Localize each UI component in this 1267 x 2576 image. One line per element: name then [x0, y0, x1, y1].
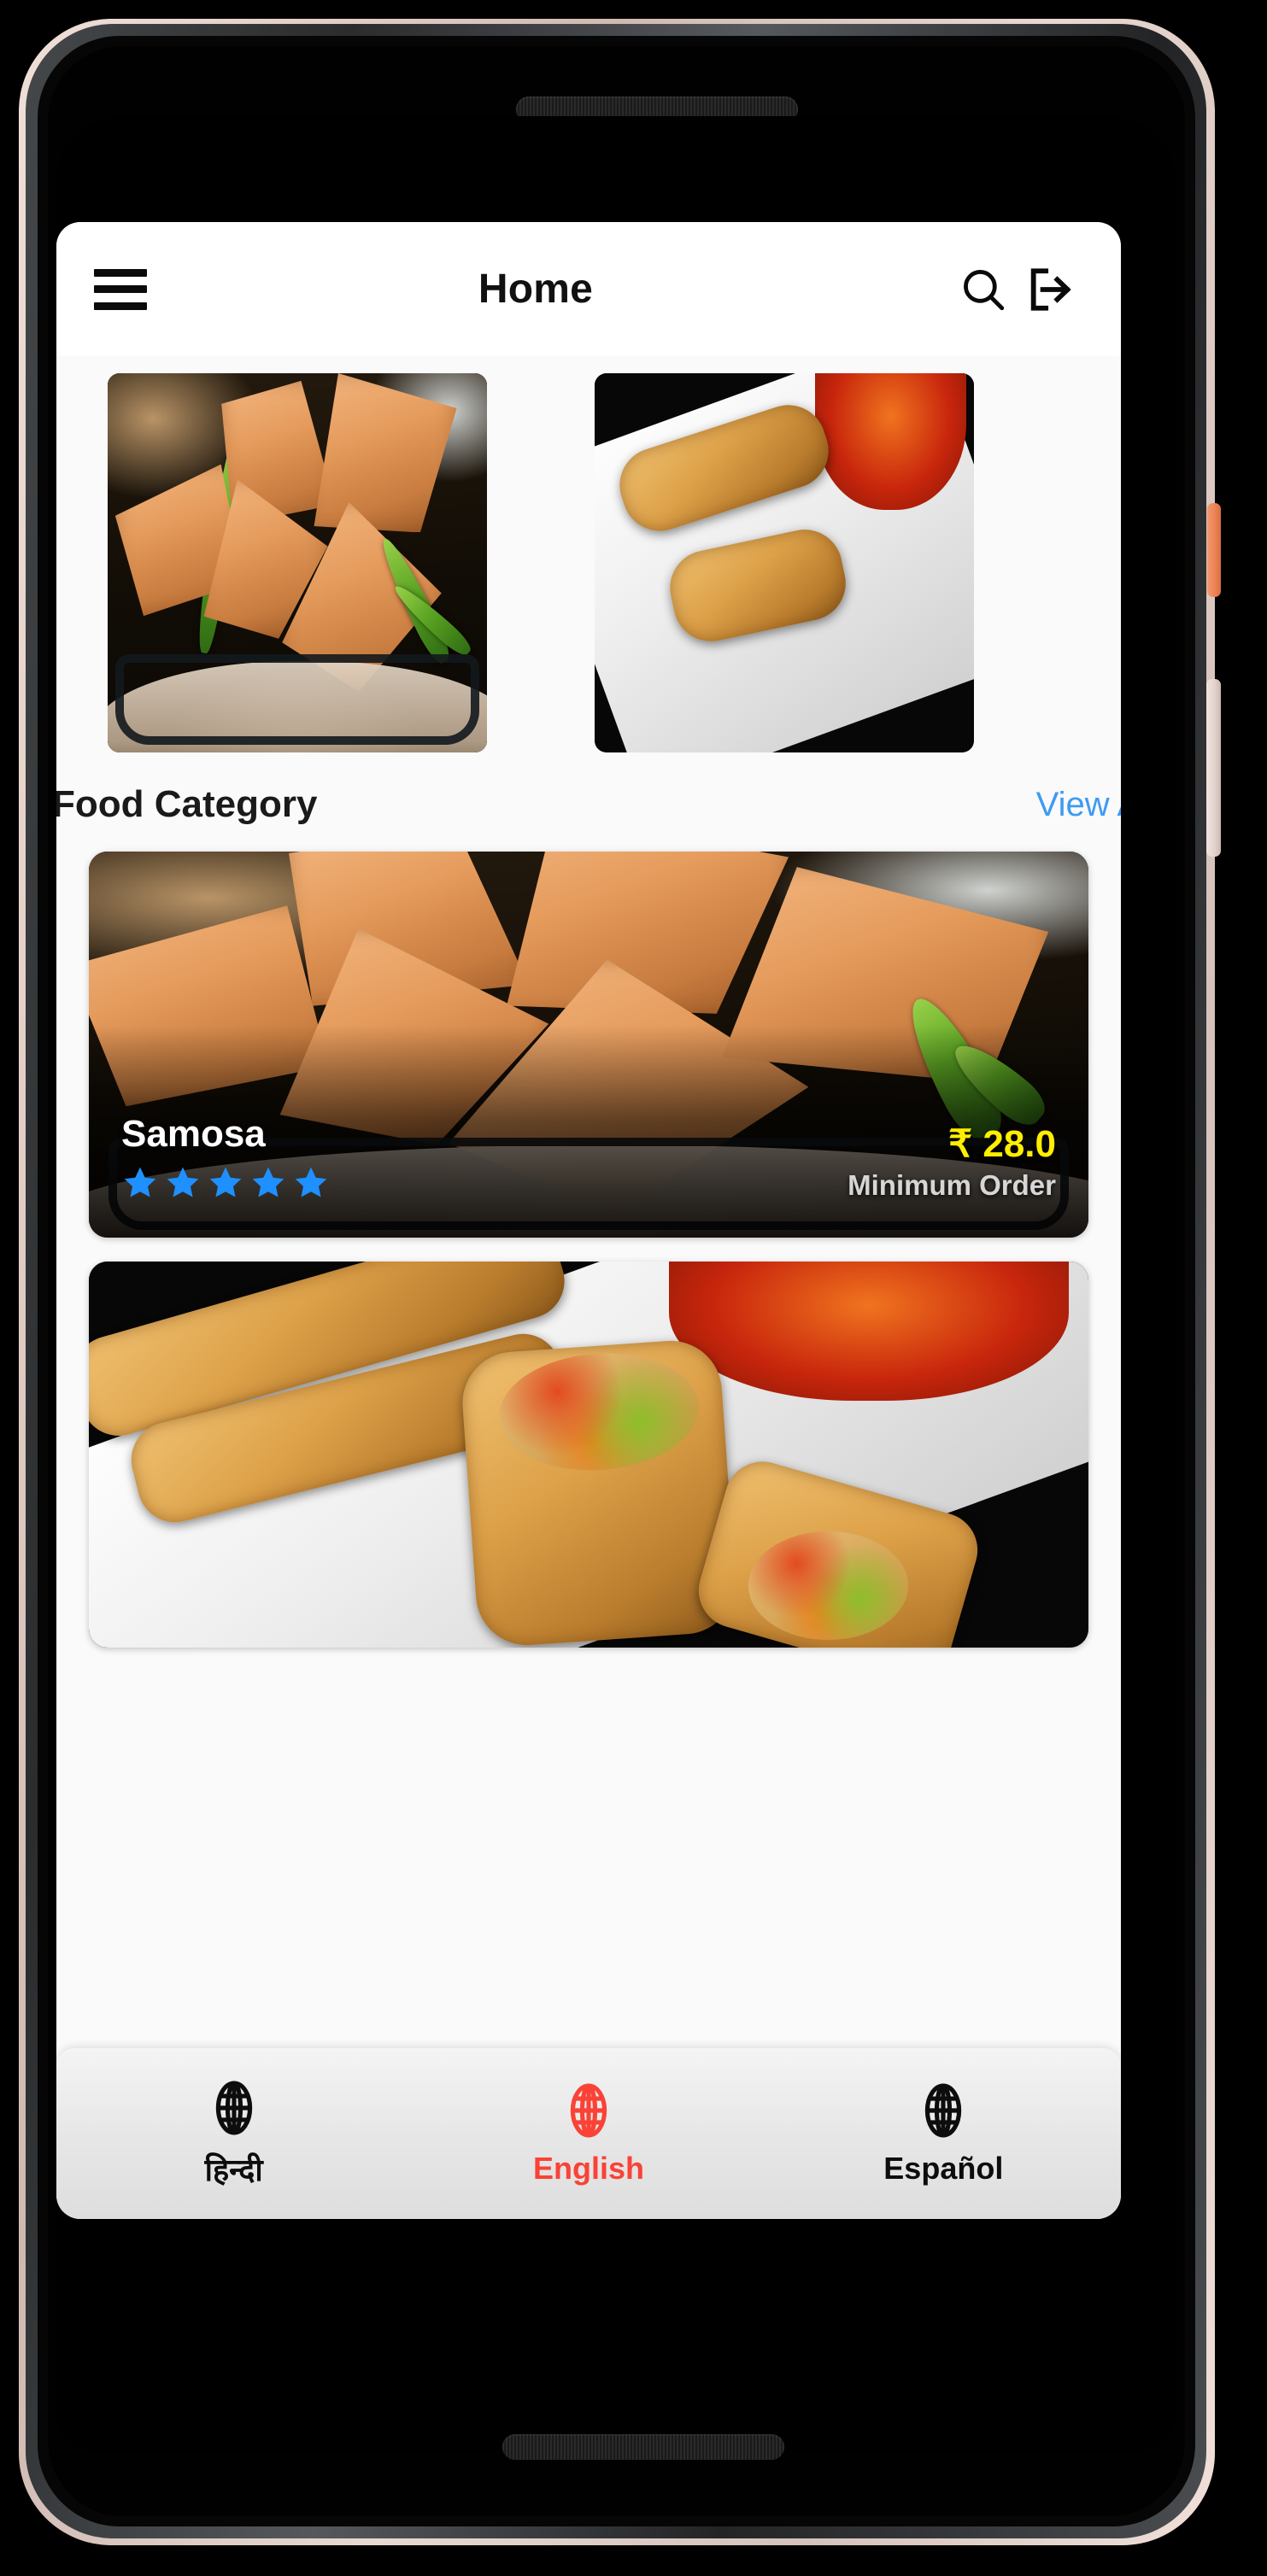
section-title: Food Category	[56, 783, 318, 825]
language-label: Español	[883, 2151, 1004, 2186]
globe-icon	[570, 2083, 607, 2138]
phone-screen: Home Food Category View Samosa ₹ 28.0 Mi…	[56, 116, 1176, 2451]
samosa-banner-image	[108, 373, 487, 752]
phone-frame: Home Food Category View Samosa ₹ 28.0 Mi…	[0, 0, 1267, 2576]
volume-button[interactable]	[1206, 679, 1221, 857]
view-all-link[interactable]: View All	[1036, 786, 1121, 824]
banner-slide[interactable]	[595, 373, 974, 752]
card-info-overlay: Samosa ₹ 28.0 Minimum Order	[89, 1113, 1088, 1238]
banner-carousel[interactable]	[56, 368, 1121, 758]
spring-roll-card-image	[89, 1262, 1088, 1648]
next-banner-image	[595, 373, 974, 752]
language-option-english[interactable]: English	[503, 2081, 674, 2187]
banner-slide[interactable]	[108, 373, 487, 752]
page-title: Home	[478, 266, 594, 312]
globe-icon	[215, 2080, 252, 2135]
language-label: हिन्दी	[204, 2152, 263, 2187]
food-price: ₹ 28.0	[948, 1123, 1056, 1165]
food-card[interactable]	[89, 1262, 1088, 1648]
language-option-hindi[interactable]: हिन्दी	[149, 2078, 320, 2190]
language-option-spanish[interactable]: Español	[858, 2081, 1029, 2187]
section-header: Food Category View All	[56, 758, 1121, 852]
logout-icon[interactable]	[1017, 265, 1083, 314]
power-button[interactable]	[1207, 503, 1221, 597]
app-surface: Home Food Category View Samosa ₹ 28.0 Mi…	[56, 222, 1121, 2219]
search-icon[interactable]	[950, 265, 1017, 314]
rating-stars	[121, 1164, 330, 1202]
food-category-list: Samosa ₹ 28.0 Minimum Order	[56, 852, 1121, 1648]
language-selector-bar: हिन्दी English Español	[56, 2048, 1121, 2219]
food-card[interactable]: Samosa ₹ 28.0 Minimum Order	[89, 852, 1088, 1238]
language-label: English	[532, 2151, 644, 2186]
bottom-speaker-icon	[502, 2434, 784, 2460]
app-bar: Home	[56, 222, 1121, 356]
globe-icon	[925, 2083, 962, 2138]
food-subtitle: Minimum Order	[848, 1169, 1056, 1201]
food-name: Samosa	[121, 1113, 266, 1155]
